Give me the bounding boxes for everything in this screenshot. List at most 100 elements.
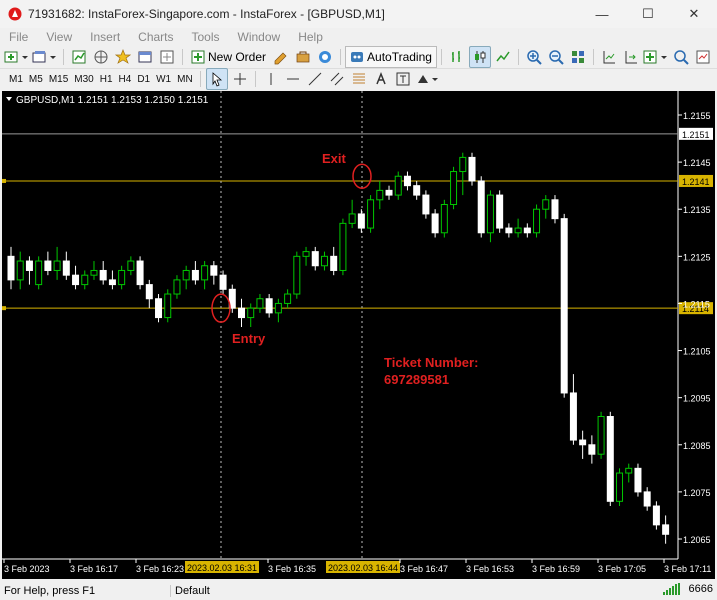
candle-body xyxy=(422,194,430,215)
new-chart-icon[interactable] xyxy=(4,47,30,67)
candle-body xyxy=(616,472,624,502)
candle-body xyxy=(274,302,282,314)
time-axis-label: 3 Feb 16:59 xyxy=(532,564,580,574)
candle-body xyxy=(238,307,245,319)
candle-body xyxy=(219,274,227,290)
candlesticks-icon[interactable] xyxy=(468,46,491,68)
tile-windows-icon[interactable] xyxy=(568,47,588,67)
channel-icon[interactable] xyxy=(327,69,347,89)
candle-body xyxy=(357,213,365,229)
candle-body xyxy=(440,204,448,234)
traffic-value: 6666 xyxy=(688,583,713,595)
profiles-icon[interactable] xyxy=(32,47,58,67)
indicators-icon[interactable] xyxy=(643,47,669,67)
timeframe-h4[interactable]: H4 xyxy=(116,70,135,88)
price-axis-label: 1.2085 xyxy=(683,441,711,451)
status-profile: Default xyxy=(175,584,210,597)
templates-icon[interactable] xyxy=(693,47,713,67)
timeframe-m15[interactable]: M15 xyxy=(46,70,71,88)
candle-body xyxy=(551,199,559,220)
signals-icon[interactable] xyxy=(315,47,335,67)
zoom-out-icon[interactable] xyxy=(546,47,566,67)
title-bar: 71931682: InstaForex-Singapore.com - Ins… xyxy=(0,0,717,28)
candle-body xyxy=(201,265,209,281)
time-axis-label: 3 Feb 17:05 xyxy=(598,564,646,574)
menu-tools[interactable]: Tools xyxy=(183,30,229,44)
candle-body xyxy=(164,293,172,319)
fibonacci-icon[interactable] xyxy=(349,69,369,89)
candle-body xyxy=(311,251,319,267)
candle-body xyxy=(330,255,338,271)
exit-annotation: Exit xyxy=(322,151,347,166)
candle-body xyxy=(496,194,504,229)
cursor-icon[interactable] xyxy=(205,68,228,90)
tester-icon[interactable] xyxy=(157,47,177,67)
standard-toolbar: New Order AutoTrading xyxy=(0,46,717,69)
candle-body xyxy=(376,189,384,201)
level-price-label: 1.2141 xyxy=(682,177,710,187)
timeframe-m1[interactable]: M1 xyxy=(6,70,26,88)
price-axis-label: 1.2105 xyxy=(683,347,711,357)
candle-body xyxy=(145,284,153,300)
vertical-line-icon[interactable] xyxy=(261,69,281,89)
candle-body xyxy=(302,251,310,257)
trendline-icon[interactable] xyxy=(305,69,325,89)
menu-insert[interactable]: Insert xyxy=(81,30,129,44)
candle-body xyxy=(560,218,568,394)
favorites-icon[interactable] xyxy=(113,47,133,67)
menu-help[interactable]: Help xyxy=(289,30,332,44)
new-order-button[interactable]: New Order xyxy=(187,47,270,67)
menu-view[interactable]: View xyxy=(37,30,81,44)
close-button[interactable]: ✕ xyxy=(671,0,717,28)
arrows-icon[interactable] xyxy=(415,69,441,89)
candle-body xyxy=(7,255,15,281)
text-icon[interactable] xyxy=(371,69,391,89)
metaeditor-icon[interactable] xyxy=(271,47,291,67)
candle-body xyxy=(662,524,670,535)
minimize-button[interactable]: — xyxy=(579,0,625,28)
time-axis-label: 3 Feb 16:23 xyxy=(136,564,184,574)
candle-body xyxy=(634,467,642,493)
auto-trading-button[interactable]: AutoTrading xyxy=(345,46,437,68)
timeframe-m5[interactable]: M5 xyxy=(26,70,46,88)
candle-body xyxy=(431,213,439,234)
chart-shift-icon[interactable] xyxy=(599,47,619,67)
timeframe-mn[interactable]: MN xyxy=(174,70,196,88)
candle-body xyxy=(127,260,135,271)
time-axis-label: 3 Feb 16:17 xyxy=(70,564,118,574)
candle-body xyxy=(348,213,356,224)
auto-scroll-icon[interactable] xyxy=(621,47,641,67)
market-icon[interactable] xyxy=(293,47,313,67)
candle-body xyxy=(367,199,375,229)
bar-chart-icon[interactable] xyxy=(447,47,467,67)
candle-body xyxy=(53,260,61,271)
time-axis-label: 3 Feb 2023 xyxy=(4,564,50,574)
maximize-button[interactable]: ☐ xyxy=(625,0,671,28)
chart-window[interactable]: 1.2151 1.2141 1.2114 2023.02.03 16:31 2023.… xyxy=(2,91,715,579)
menu-charts[interactable]: Charts xyxy=(129,30,182,44)
price-axis-label: 1.2155 xyxy=(683,111,711,121)
period-icon[interactable] xyxy=(671,47,691,67)
new-order-label: New Order xyxy=(208,50,267,64)
menu-file[interactable]: File xyxy=(0,30,37,44)
timeframe-d1[interactable]: D1 xyxy=(134,70,153,88)
price-chart[interactable]: 1.21511.21411.2114 2023.02.03 16:31 2023.… xyxy=(2,91,715,579)
price-axis-label: 1.2135 xyxy=(683,205,711,215)
timeframe-m30[interactable]: M30 xyxy=(71,70,96,88)
candle-body xyxy=(256,298,264,309)
price-axis-label: 1.2145 xyxy=(683,158,711,168)
horizontal-line-icon[interactable] xyxy=(283,69,303,89)
zoom-in-icon[interactable] xyxy=(524,47,544,67)
candle-body xyxy=(394,175,402,196)
navigator-icon[interactable] xyxy=(91,47,111,67)
menu-window[interactable]: Window xyxy=(229,30,290,44)
terminal-icon[interactable] xyxy=(135,47,155,67)
candle-body xyxy=(35,260,43,286)
timeframe-h1[interactable]: H1 xyxy=(97,70,116,88)
candle-body xyxy=(182,269,190,281)
crosshair-icon[interactable] xyxy=(230,69,250,89)
timeframe-w1[interactable]: W1 xyxy=(153,70,174,88)
line-chart-icon[interactable] xyxy=(493,47,513,67)
market-watch-icon[interactable] xyxy=(69,47,89,67)
text-label-icon[interactable] xyxy=(393,69,413,89)
